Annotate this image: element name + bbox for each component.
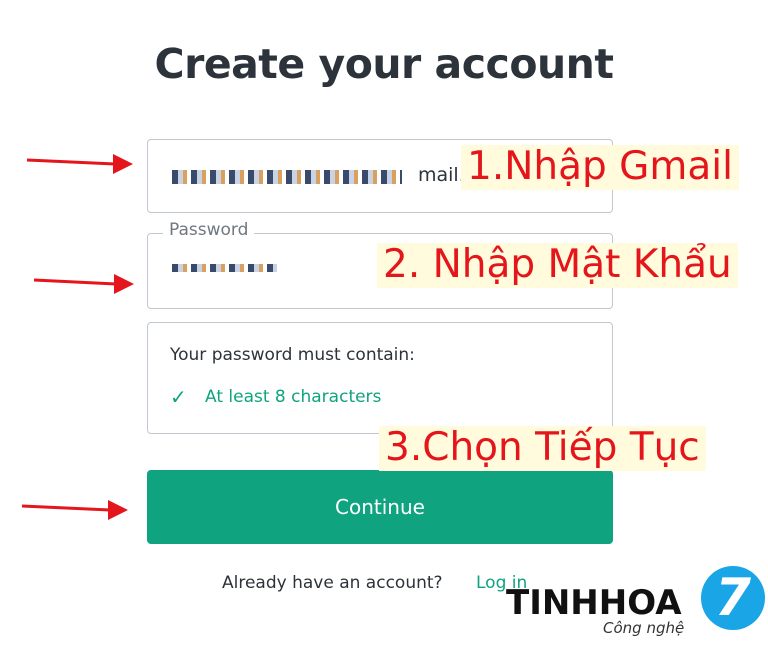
email-value-blurred <box>172 170 402 184</box>
annotation-step-1: 1.Nhập Gmail <box>461 144 739 190</box>
arrow-icon <box>26 154 133 174</box>
requirement-item: At least 8 characters <box>205 387 382 407</box>
check-icon: ✓ <box>170 385 187 409</box>
annotation-step-3: 3.Chọn Tiếp Tục <box>379 425 706 471</box>
logo-badge-icon: 7 <box>701 566 765 630</box>
password-requirements <box>147 322 613 434</box>
arrow-icon <box>33 274 134 294</box>
logo-subtitle: Công nghệ <box>603 619 685 637</box>
annotation-step-2: 2. Nhập Mật Khẩu <box>377 242 738 288</box>
arrow-icon <box>21 500 128 520</box>
password-value-blurred <box>172 264 277 272</box>
continue-button[interactable]: Continue <box>147 470 613 544</box>
logo-text: TINHHOA <box>506 583 682 623</box>
password-label: Password <box>163 220 255 240</box>
page-title: Create your account <box>154 40 614 88</box>
requirements-title: Your password must contain: <box>170 345 415 365</box>
already-have-account-text: Already have an account? <box>222 573 443 593</box>
